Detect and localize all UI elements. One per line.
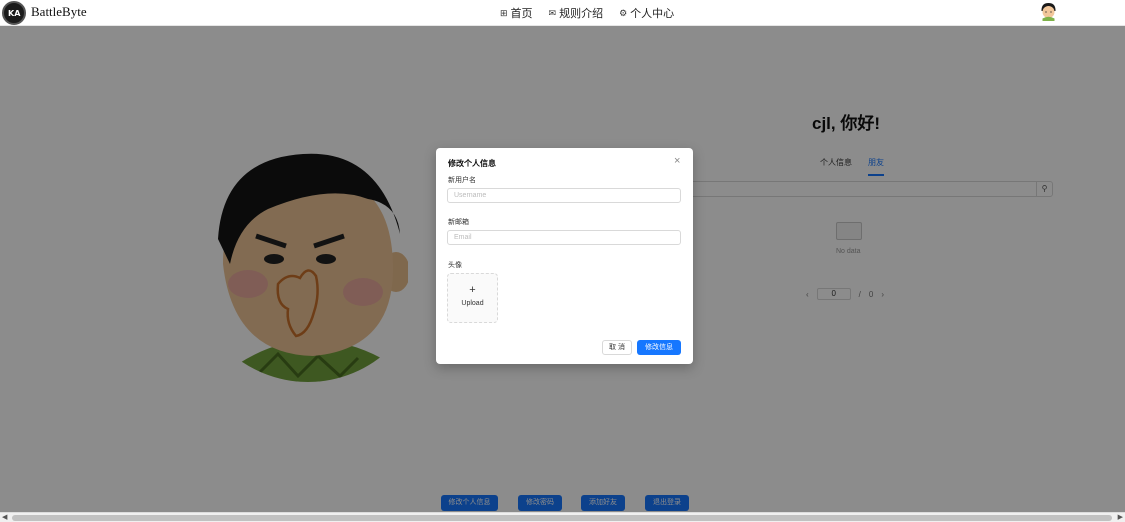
nav-item-profile[interactable]: ⚙ 个人中心 — [619, 5, 674, 21]
close-icon[interactable]: × — [674, 155, 680, 167]
avatar-upload[interactable]: + Upload — [447, 273, 498, 323]
nav-label: 个人中心 — [630, 8, 675, 20]
nav-label: 规则介绍 — [559, 8, 604, 20]
email-label: 新邮箱 — [448, 219, 469, 226]
main-nav: ⊞ 首页 ✉ 规则介绍 ⚙ 个人中心 — [500, 5, 674, 21]
email-field[interactable]: Email — [447, 230, 681, 245]
nav-label: 首页 — [510, 8, 533, 20]
plus-icon: + — [469, 284, 476, 296]
user-avatar[interactable] — [1040, 2, 1057, 21]
app-logo[interactable]: KA — [2, 1, 26, 25]
upload-label: Upload — [461, 300, 484, 307]
cancel-button[interactable]: 取 消 — [602, 340, 632, 355]
horizontal-scrollbar[interactable]: ◀ ▶ — [0, 512, 1125, 522]
scroll-left-icon[interactable]: ◀ — [2, 513, 7, 522]
gear-icon: ⚙ — [619, 7, 628, 18]
username-label: 新用户名 — [448, 177, 476, 184]
avatar-label: 头像 — [448, 262, 462, 269]
nav-item-rules[interactable]: ✉ 规则介绍 — [549, 5, 604, 21]
top-navbar: KA BattleByte ⊞ 首页 ✉ 规则介绍 ⚙ 个人中心 — [0, 0, 1125, 26]
edit-profile-modal: 修改个人信息 × 新用户名 Username 新邮箱 Email 头像 + Up… — [436, 148, 693, 364]
submit-button[interactable]: 修改信息 — [637, 340, 681, 355]
mail-icon: ✉ — [548, 7, 557, 18]
scrollbar-thumb[interactable] — [12, 515, 1112, 521]
grid-icon: ⊞ — [500, 7, 508, 18]
nav-item-home[interactable]: ⊞ 首页 — [500, 5, 533, 21]
scroll-right-icon[interactable]: ▶ — [1118, 513, 1123, 522]
modal-title: 修改个人信息 — [448, 159, 496, 168]
brand-name[interactable]: BattleByte — [31, 4, 87, 20]
username-field[interactable]: Username — [447, 188, 681, 203]
